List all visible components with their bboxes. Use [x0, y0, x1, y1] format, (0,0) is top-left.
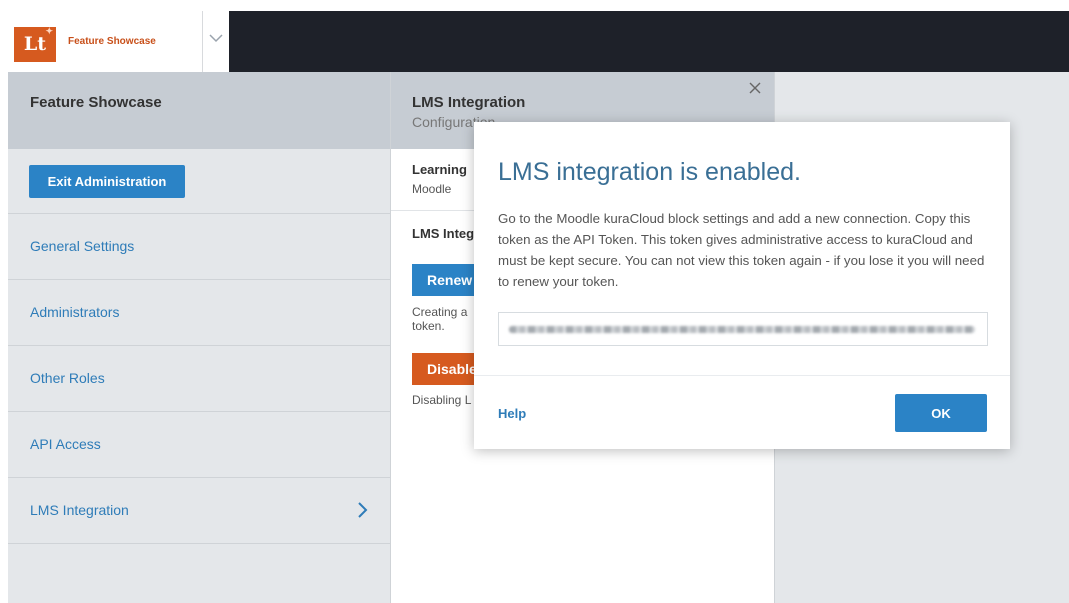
sidebar-item-administrators[interactable]: Administrators [8, 280, 390, 346]
api-token-field[interactable] [498, 312, 988, 346]
help-link[interactable]: Help [498, 406, 526, 421]
renew-description: Creating a token. [412, 305, 468, 333]
lms-enabled-dialog: LMS integration is enabled. Go to the Mo… [474, 122, 1010, 449]
disable-description: Disabling L [412, 393, 472, 407]
ok-button[interactable]: OK [895, 394, 987, 432]
sidebar-header: Feature Showcase [8, 72, 390, 149]
section-label-learning: Learning [412, 162, 467, 177]
brand-logo: Lt ✦ [14, 27, 56, 62]
sidebar-item-api-access[interactable]: API Access [8, 412, 390, 478]
dialog-footer-divider [474, 375, 1010, 376]
sidebar-item-label: General Settings [30, 238, 135, 254]
sidebar-item-label: API Access [30, 436, 101, 452]
exit-administration-button[interactable]: Exit Administration [29, 165, 185, 198]
panel-title: LMS Integration [412, 94, 526, 111]
exit-section: Exit Administration [8, 149, 390, 214]
chevron-right-icon [358, 502, 368, 518]
sidebar-item-general-settings[interactable]: General Settings [8, 214, 390, 280]
dialog-title: LMS integration is enabled. [498, 158, 801, 186]
dialog-message: Go to the Moodle kuraCloud block setting… [498, 211, 985, 289]
brand-name: Feature Showcase [68, 36, 156, 47]
sidebar-item-label: Administrators [30, 304, 120, 320]
sidebar-item-label: Other Roles [30, 370, 105, 386]
chevron-down-icon [209, 34, 223, 43]
section-label-lms-integration: LMS Integ [412, 226, 475, 241]
blurred-token-value [509, 326, 975, 333]
sidebar-item-lms-integration[interactable]: LMS Integration [8, 478, 390, 544]
brand-switcher[interactable]: Lt ✦ Feature Showcase [8, 11, 202, 72]
brand-logo-text: Lt [23, 33, 47, 55]
sparkle-icon: ✦ [45, 27, 53, 37]
section-value-lms: Moodle [412, 182, 452, 196]
brand-dropdown-toggle[interactable] [202, 11, 229, 72]
sidebar-title: Feature Showcase [30, 94, 162, 111]
sidebar-item-other-roles[interactable]: Other Roles [8, 346, 390, 412]
close-icon[interactable] [749, 82, 761, 94]
top-bar: Lt ✦ Feature Showcase [8, 11, 1069, 72]
admin-sidebar: Feature Showcase Exit Administration Gen… [8, 72, 391, 603]
sidebar-item-label: LMS Integration [30, 502, 129, 518]
